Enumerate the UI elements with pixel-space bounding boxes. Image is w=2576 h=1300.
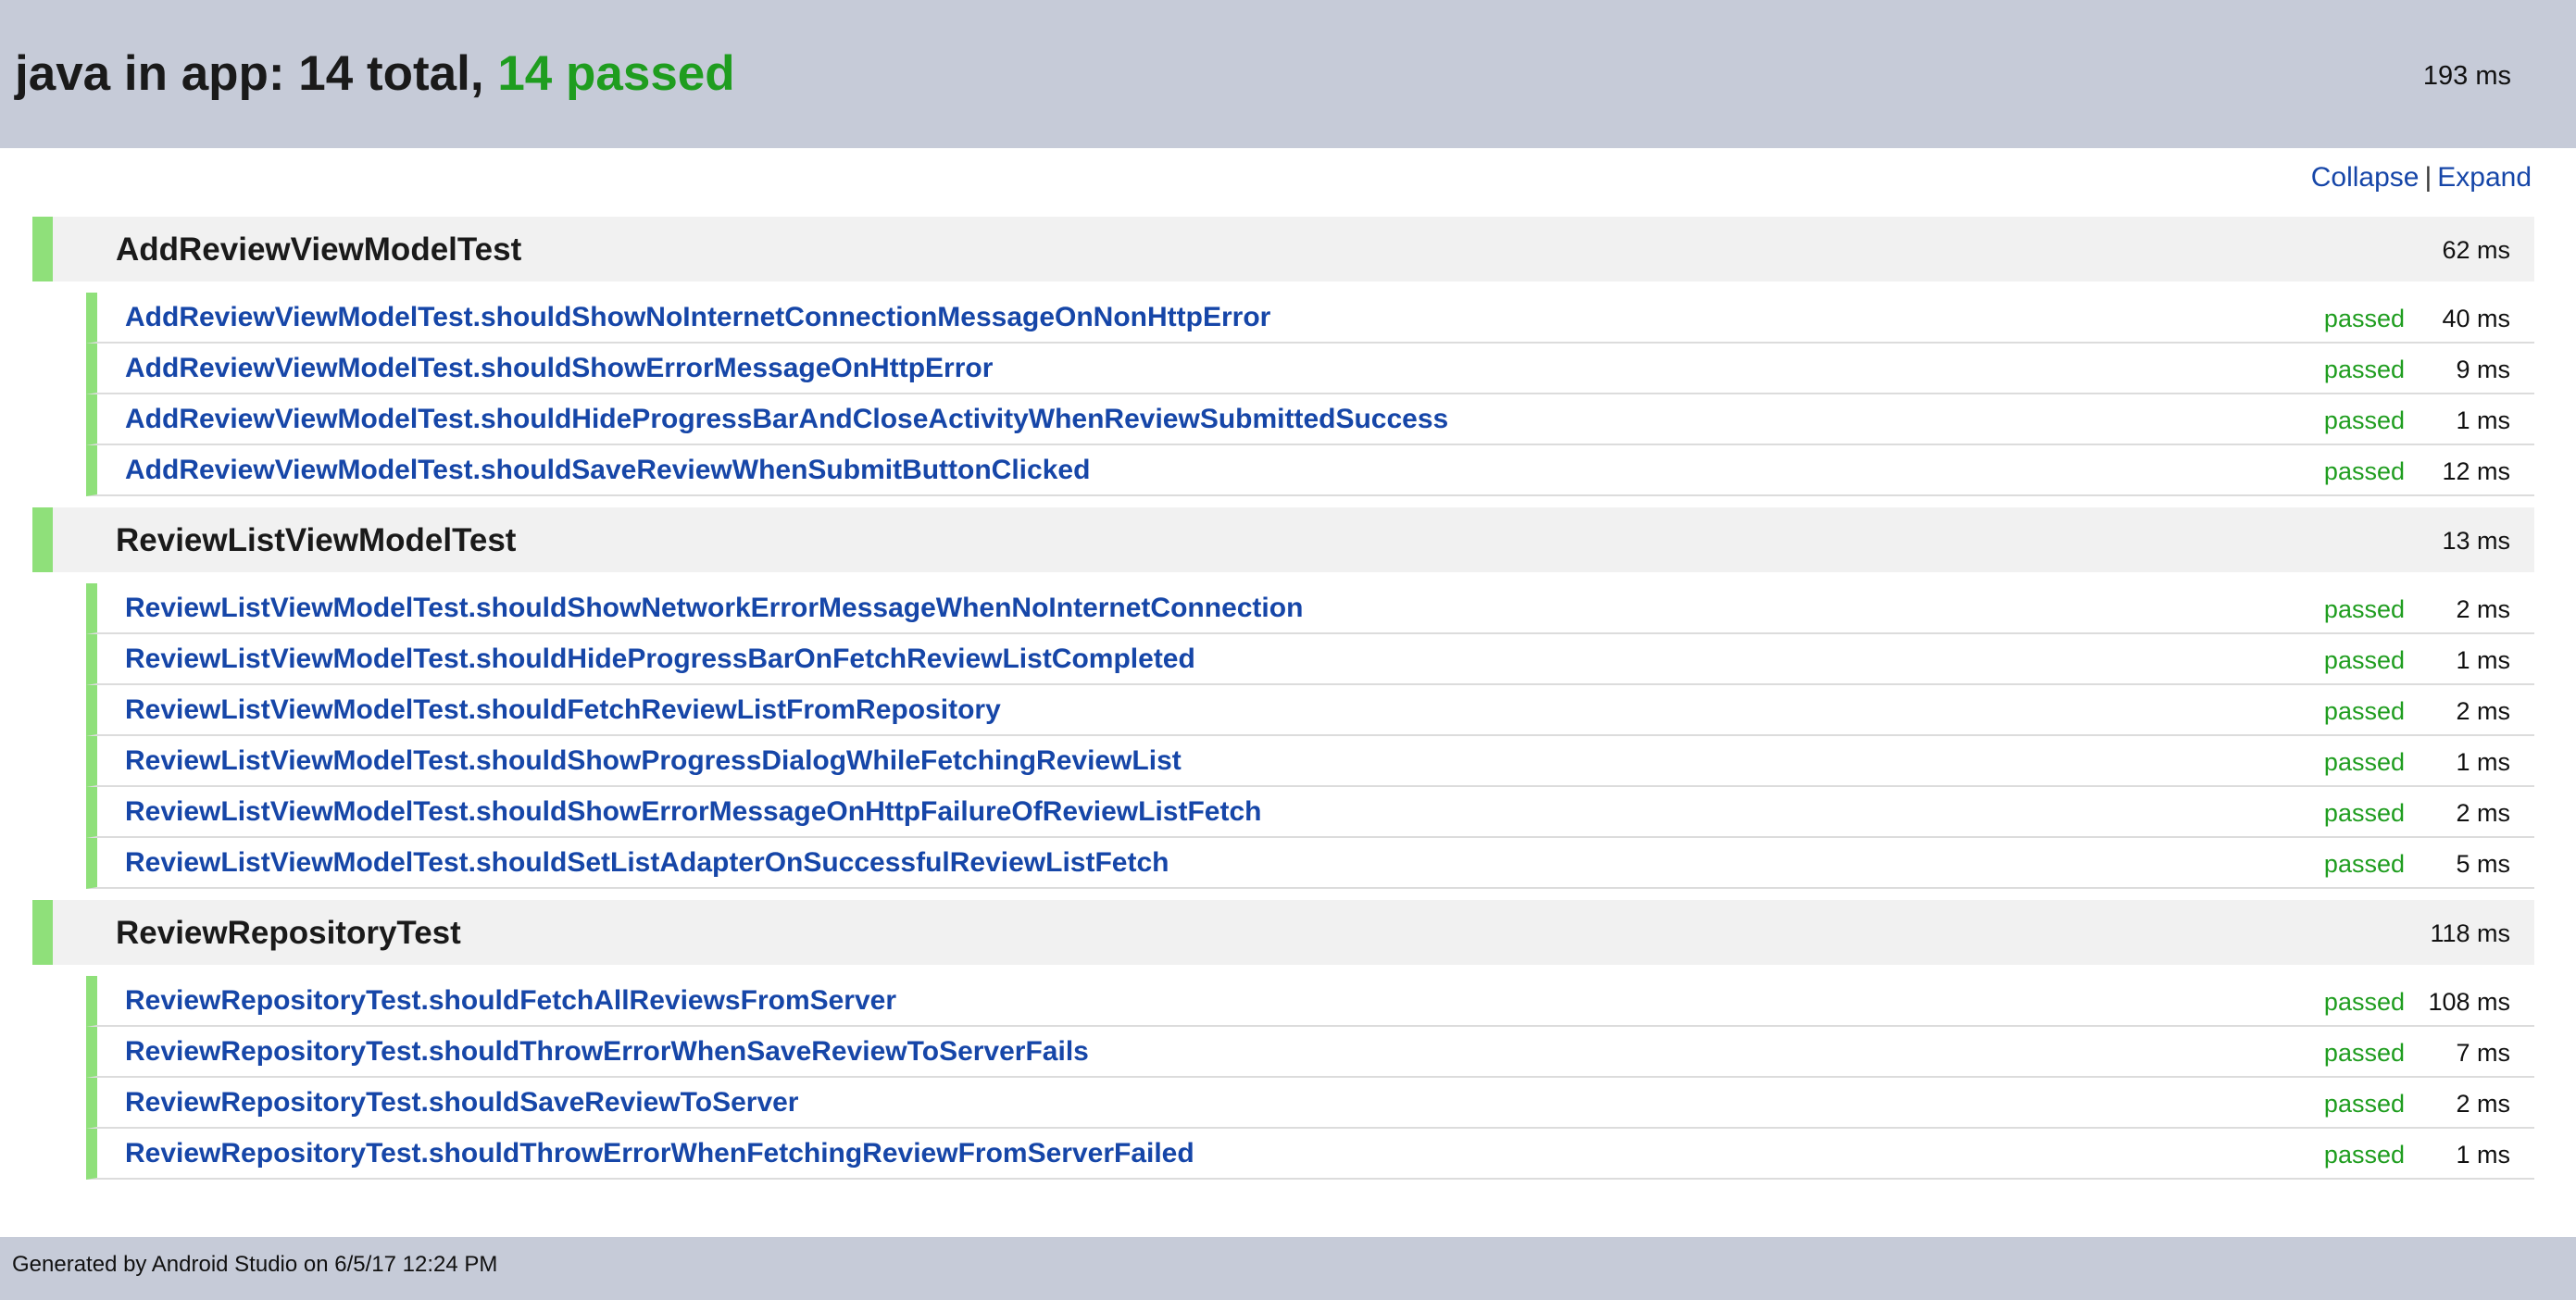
test-name-link[interactable]: AddReviewViewModelTest.shouldSaveReviewW… bbox=[125, 455, 1090, 486]
test-class-duration: 118 ms bbox=[2430, 919, 2510, 947]
test-name-link[interactable]: ReviewListViewModelTest.shouldShowProgre… bbox=[125, 745, 1182, 777]
report-title-passed-count: 14 passed bbox=[497, 46, 735, 101]
test-status: passed bbox=[2323, 850, 2405, 878]
test-duration: 2 ms bbox=[2456, 1090, 2510, 1118]
test-class-group: AddReviewViewModelTest 62 ms AddReviewVi… bbox=[0, 217, 2576, 496]
test-name-link[interactable]: AddReviewViewModelTest.shouldHideProgres… bbox=[125, 404, 1448, 435]
test-name-link[interactable]: ReviewListViewModelTest.shouldFetchRevie… bbox=[125, 694, 1001, 726]
test-class-duration: 13 ms bbox=[2442, 527, 2510, 555]
test-list: ReviewRepositoryTest.shouldFetchAllRevie… bbox=[0, 976, 2576, 1180]
test-class-group: ReviewRepositoryTest 118 ms ReviewReposi… bbox=[0, 900, 2576, 1180]
collapse-expand-controls: Collapse | Expand bbox=[2311, 159, 2532, 196]
test-status: passed bbox=[2323, 697, 2405, 725]
test-name-link[interactable]: ReviewRepositoryTest.shouldThrowErrorWhe… bbox=[125, 1138, 1194, 1169]
test-class-name: AddReviewViewModelTest bbox=[116, 231, 522, 268]
test-status: passed bbox=[2323, 595, 2405, 623]
test-class-name: ReviewListViewModelTest bbox=[116, 522, 517, 558]
test-status: passed bbox=[2323, 1141, 2405, 1169]
test-results: AddReviewViewModelTest 62 ms AddReviewVi… bbox=[0, 217, 2576, 1191]
test-status: passed bbox=[2323, 799, 2405, 827]
controls-separator: | bbox=[2424, 162, 2432, 193]
test-duration: 1 ms bbox=[2456, 1141, 2510, 1169]
test-class-header[interactable]: AddReviewViewModelTest 62 ms bbox=[32, 217, 2534, 281]
test-row: ReviewListViewModelTest.shouldShowNetwor… bbox=[86, 583, 2534, 634]
test-duration: 1 ms bbox=[2456, 406, 2510, 434]
collapse-link[interactable]: Collapse bbox=[2311, 162, 2420, 193]
test-row: ReviewListViewModelTest.shouldShowErrorM… bbox=[86, 787, 2534, 838]
test-row: ReviewListViewModelTest.shouldHideProgre… bbox=[86, 634, 2534, 685]
test-class-header[interactable]: ReviewListViewModelTest 13 ms bbox=[32, 507, 2534, 572]
test-status: passed bbox=[2323, 406, 2405, 434]
test-name-link[interactable]: ReviewListViewModelTest.shouldShowNetwor… bbox=[125, 593, 1303, 624]
test-class-duration: 62 ms bbox=[2442, 236, 2510, 264]
test-duration: 1 ms bbox=[2456, 646, 2510, 674]
test-row: ReviewRepositoryTest.shouldFetchAllRevie… bbox=[86, 976, 2534, 1027]
test-list: ReviewListViewModelTest.shouldShowNetwor… bbox=[0, 583, 2576, 889]
test-duration: 2 ms bbox=[2456, 595, 2510, 623]
report-title-summary: java in app: 14 total, bbox=[15, 46, 498, 101]
test-name-link[interactable]: ReviewListViewModelTest.shouldShowErrorM… bbox=[125, 796, 1261, 828]
test-duration: 2 ms bbox=[2456, 799, 2510, 827]
test-name-link[interactable]: ReviewListViewModelTest.shouldHideProgre… bbox=[125, 644, 1195, 675]
test-duration: 2 ms bbox=[2456, 697, 2510, 725]
test-status: passed bbox=[2323, 748, 2405, 776]
test-duration: 9 ms bbox=[2456, 356, 2510, 383]
test-row: ReviewListViewModelTest.shouldShowProgre… bbox=[86, 736, 2534, 787]
test-name-link[interactable]: AddReviewViewModelTest.shouldShowErrorMe… bbox=[125, 353, 993, 384]
expand-link[interactable]: Expand bbox=[2437, 162, 2532, 193]
test-name-link[interactable]: ReviewRepositoryTest.shouldFetchAllRevie… bbox=[125, 985, 896, 1017]
test-class-group: ReviewListViewModelTest 13 ms ReviewList… bbox=[0, 507, 2576, 889]
test-status: passed bbox=[2323, 356, 2405, 383]
test-duration: 108 ms bbox=[2428, 988, 2510, 1016]
report-footer: Generated by Android Studio on 6/5/17 12… bbox=[0, 1237, 2576, 1300]
test-row: ReviewListViewModelTest.shouldFetchRevie… bbox=[86, 685, 2534, 736]
report-header: java in app: 14 total, 14 passed 193 ms bbox=[0, 0, 2576, 148]
test-class-header[interactable]: ReviewRepositoryTest 118 ms bbox=[32, 900, 2534, 965]
test-name-link[interactable]: ReviewRepositoryTest.shouldThrowErrorWhe… bbox=[125, 1036, 1089, 1068]
test-row: AddReviewViewModelTest.shouldShowErrorMe… bbox=[86, 344, 2534, 394]
test-list: AddReviewViewModelTest.shouldShowNoInter… bbox=[0, 293, 2576, 496]
report-title: java in app: 14 total, 14 passed bbox=[15, 46, 735, 102]
test-status: passed bbox=[2323, 988, 2405, 1016]
test-duration: 7 ms bbox=[2456, 1039, 2510, 1067]
report-total-duration: 193 ms bbox=[2422, 61, 2511, 91]
test-duration: 1 ms bbox=[2456, 748, 2510, 776]
test-duration: 12 ms bbox=[2442, 457, 2510, 485]
test-row: ReviewRepositoryTest.shouldThrowErrorWhe… bbox=[86, 1129, 2534, 1180]
test-status: passed bbox=[2323, 1039, 2405, 1067]
test-row: AddReviewViewModelTest.shouldShowNoInter… bbox=[86, 293, 2534, 344]
test-row: ReviewRepositoryTest.shouldSaveReviewToS… bbox=[86, 1078, 2534, 1129]
test-status: passed bbox=[2323, 305, 2405, 332]
generated-by-text: Generated by Android Studio on 6/5/17 12… bbox=[12, 1252, 498, 1277]
test-status: passed bbox=[2323, 457, 2405, 485]
test-status: passed bbox=[2323, 1090, 2405, 1118]
test-row: AddReviewViewModelTest.shouldHideProgres… bbox=[86, 394, 2534, 445]
test-name-link[interactable]: ReviewListViewModelTest.shouldSetListAda… bbox=[125, 847, 1169, 879]
test-duration: 5 ms bbox=[2456, 850, 2510, 878]
test-row: ReviewRepositoryTest.shouldThrowErrorWhe… bbox=[86, 1027, 2534, 1078]
test-name-link[interactable]: ReviewRepositoryTest.shouldSaveReviewToS… bbox=[125, 1087, 799, 1119]
test-status: passed bbox=[2323, 646, 2405, 674]
test-name-link[interactable]: AddReviewViewModelTest.shouldShowNoInter… bbox=[125, 302, 1270, 333]
test-row: AddReviewViewModelTest.shouldSaveReviewW… bbox=[86, 445, 2534, 496]
test-class-name: ReviewRepositoryTest bbox=[116, 915, 461, 951]
test-duration: 40 ms bbox=[2442, 305, 2510, 332]
test-row: ReviewListViewModelTest.shouldSetListAda… bbox=[86, 838, 2534, 889]
